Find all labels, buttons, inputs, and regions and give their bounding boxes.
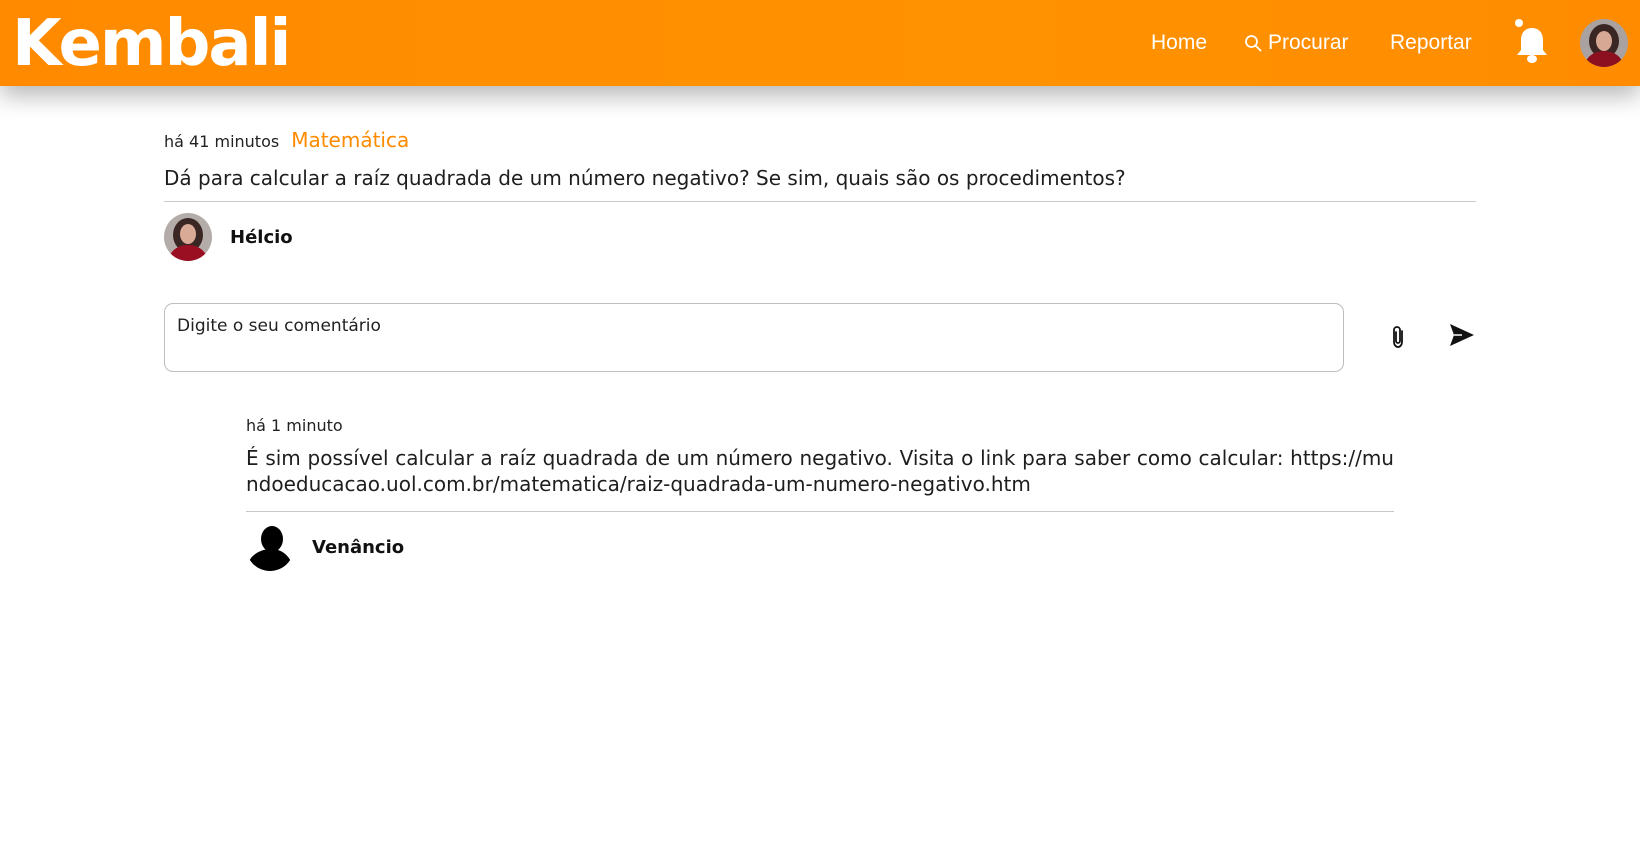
author-name[interactable]: Hélcio xyxy=(230,227,293,248)
answer-item: há 1 minuto É sim possível calcular a ra… xyxy=(246,416,1394,497)
answer-text: É sim possível calcular a raíz quadrada … xyxy=(246,446,1394,496)
divider xyxy=(246,511,1394,512)
bell-icon[interactable] xyxy=(1515,24,1549,64)
search-icon xyxy=(1245,35,1262,52)
post-author[interactable]: Hélcio xyxy=(164,213,293,261)
post-question: Dá para calcular a raíz quadrada de um n… xyxy=(164,166,1126,190)
top-navbar: Kembali Home Procurar Reportar xyxy=(0,0,1640,86)
answer-author[interactable]: Venâncio xyxy=(246,523,404,571)
answer-time: há 1 minuto xyxy=(246,416,343,435)
post-meta: há 41 minutos Matemática xyxy=(164,128,409,152)
app-logo[interactable]: Kembali xyxy=(12,4,291,84)
divider xyxy=(164,201,1476,202)
send-icon[interactable] xyxy=(1448,322,1476,348)
comment-box xyxy=(164,303,1344,372)
nav-home-link[interactable]: Home xyxy=(1151,0,1207,86)
nav-report-link[interactable]: Reportar xyxy=(1390,0,1472,86)
nav-search-label: Procurar xyxy=(1268,31,1349,54)
nav-search-link[interactable]: Procurar xyxy=(1244,0,1349,86)
author-avatar[interactable] xyxy=(164,213,212,261)
post-subject[interactable]: Matemática xyxy=(291,128,409,152)
comment-input[interactable] xyxy=(177,316,1331,359)
paperclip-icon[interactable] xyxy=(1390,325,1408,349)
author-avatar[interactable] xyxy=(246,523,294,571)
author-name[interactable]: Venâncio xyxy=(312,537,404,558)
post-time: há 41 minutos xyxy=(164,132,280,151)
user-avatar[interactable] xyxy=(1580,19,1628,67)
